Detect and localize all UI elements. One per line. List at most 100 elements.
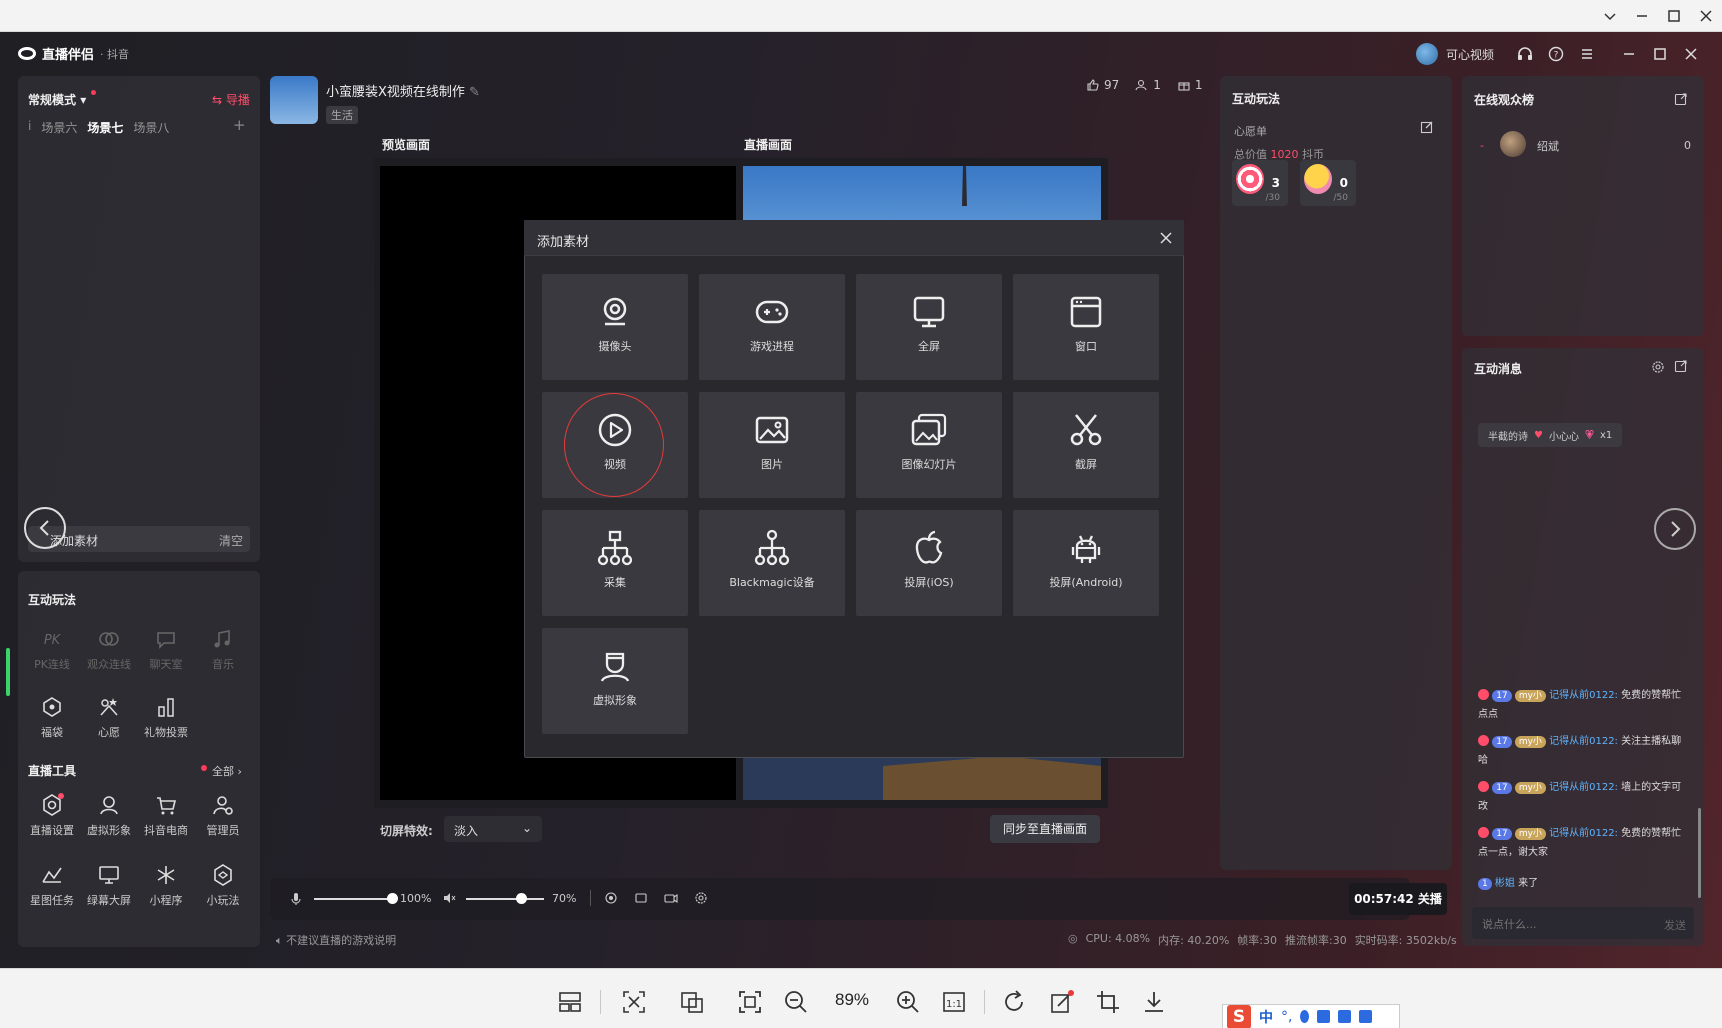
game-hint-link[interactable]: 🔈︎ 不建议直播的游戏说明 [276,932,396,948]
mode-selector[interactable]: 常规模式 ▾ [28,91,86,108]
avatar[interactable] [1416,43,1438,65]
tool-mini-game[interactable]: 小玩法 [195,862,251,908]
chevron-down-icon[interactable] [1600,6,1620,26]
tile-fullscreen[interactable]: 全屏 [856,274,1002,380]
zoom-in-icon[interactable] [894,988,922,1016]
tool-chatroom[interactable]: 聊天室 [138,626,194,672]
ime-language[interactable]: 中 [1259,1007,1273,1027]
tile-window[interactable]: 窗口 [1013,274,1159,380]
actual-size-icon[interactable]: 1:1 [940,988,968,1016]
tile-screenshot[interactable]: 截屏 [1013,392,1159,498]
popout-icon[interactable] [1674,359,1688,373]
help-icon[interactable]: ? [1547,45,1565,63]
skin-icon[interactable] [1338,1010,1352,1023]
close-icon[interactable] [1158,230,1174,246]
transition-select[interactable]: 淡入 ⌄ [444,816,542,842]
chat-message[interactable]: 17 my小 记得从前0122: 关注主播私聊哈 [1478,732,1688,770]
tool-music[interactable]: 音乐 [195,626,251,672]
ime-logo[interactable]: S [1227,1004,1251,1028]
fit-icon[interactable] [620,988,648,1016]
mic-icon[interactable] [1300,1010,1310,1023]
app-minimize-icon[interactable] [1620,45,1638,63]
tool-pk[interactable]: PK PK连线 [24,626,80,672]
layout-icon[interactable] [556,988,584,1016]
maximize-icon[interactable] [1664,6,1684,26]
tile-capture[interactable]: 采集 [542,510,688,616]
chat-message[interactable]: 17 my小 记得从前0122: 免费的赞帮忙点一点，谢大家 [1478,824,1688,862]
messages-scrollbar[interactable] [1698,808,1701,898]
tool-gift-vote[interactable]: 礼物投票 [138,694,194,740]
fullscreen-icon[interactable] [736,988,764,1016]
tile-virtual-avatar[interactable]: 虚拟形象 [542,628,688,734]
beauty-icon[interactable] [604,891,618,905]
tile-game-process[interactable]: 游戏进程 [699,274,845,380]
tool-green-screen[interactable]: 绿幕大屏 [81,862,137,908]
settings-icon[interactable] [1651,360,1665,374]
ime-toolbar[interactable]: S 中 °, [1222,1004,1400,1028]
rotate-icon[interactable] [1000,988,1028,1016]
add-scene-icon[interactable]: + [233,116,246,134]
scene-tab[interactable]: 场景六 [41,119,77,136]
wish-gift-lollipop[interactable]: 3 /30 [1232,160,1288,206]
edit-icon[interactable]: ✎ [469,85,480,100]
camera-icon[interactable] [664,891,678,905]
audience-name[interactable]: 绍斌 [1537,138,1559,154]
tile-blackmagic[interactable]: Blackmagic设备 [699,510,845,616]
tool-live-settings[interactable]: 直播设置 [24,792,80,838]
app-close-icon[interactable] [1682,45,1700,63]
speaker-volume-knob[interactable] [515,893,527,904]
menu-icon[interactable] [1578,45,1596,63]
tile-slideshow[interactable]: 图像幻灯片 [856,392,1002,498]
close-icon[interactable] [1696,6,1716,26]
screen-rotate-icon[interactable] [634,891,648,905]
edit-icon[interactable] [1048,988,1076,1016]
clear-button[interactable]: 清空 [219,532,243,549]
mic-volume-knob[interactable] [387,893,398,904]
punctuation-icon[interactable]: °, [1281,1009,1292,1025]
keyboard-icon[interactable] [1317,1010,1331,1023]
tile-cast-ios[interactable]: 投屏(iOS) [856,510,1002,616]
tile-image[interactable]: 图片 [699,392,845,498]
collapse-left-icon[interactable] [24,507,66,549]
speaker-volume-slider[interactable] [466,898,544,900]
tile-cast-android[interactable]: 投屏(Android) [1013,510,1159,616]
scroll-indicator[interactable] [6,648,10,696]
chat-message[interactable]: 17 my小 记得从前0122: 墙上的文字可改 [1478,778,1688,816]
room-title[interactable]: 小蛮腰装X视频在线制作 ✎ [326,81,480,100]
expand-right-icon[interactable] [1654,508,1696,550]
sync-to-live-button[interactable]: 同步至直播画面 [990,815,1100,843]
speaker-icon[interactable] [442,891,456,905]
avatar[interactable] [1500,131,1526,157]
all-tools-link[interactable]: 全部 › [212,763,242,779]
tool-avatar[interactable]: 虚拟形象 [81,792,137,838]
mic-volume-slider[interactable] [314,898,392,900]
tile-camera[interactable]: 摄像头 [542,274,688,380]
end-live-button[interactable]: 00:57:42 关播 [1349,883,1447,915]
wish-gift-duck[interactable]: 0 /50 [1300,160,1356,206]
popout-icon[interactable] [1674,92,1688,106]
scene-tab-active[interactable]: 场景七 [87,119,123,136]
tool-audience-link[interactable]: 观众连线 [81,626,137,672]
tool-wish[interactable]: 心愿 [81,694,137,740]
settings-icon[interactable] [694,891,708,905]
download-icon[interactable] [1140,988,1168,1016]
zoom-level[interactable]: 89% [832,990,872,1010]
headset-icon[interactable] [1516,45,1534,63]
compare-icon[interactable] [678,988,706,1016]
tool-ecommerce[interactable]: 抖音电商 [138,792,194,838]
tool-admin[interactable]: 管理员 [195,792,251,838]
minimize-icon[interactable] [1632,6,1652,26]
zoom-out-icon[interactable] [782,988,810,1016]
tool-star-task[interactable]: 星图任务 [24,862,80,908]
user-info[interactable]: 可心视频 [1416,43,1494,65]
tool-mini-program[interactable]: 小程序 [138,862,194,908]
scene-tab-overflow[interactable]: i [28,119,31,136]
send-button[interactable]: 发送 [1664,917,1686,933]
mic-icon[interactable] [290,892,302,906]
join-message[interactable]: 1 彬姐 来了 [1478,874,1688,893]
guide-button[interactable]: ⇆ 导播 [212,91,250,108]
app-maximize-icon[interactable] [1651,45,1669,63]
room-cover[interactable] [270,76,318,124]
edit-icon[interactable] [1420,120,1434,134]
chat-message[interactable]: 17 my小 记得从前0122: 免费的赞帮忙点点 [1478,686,1688,724]
